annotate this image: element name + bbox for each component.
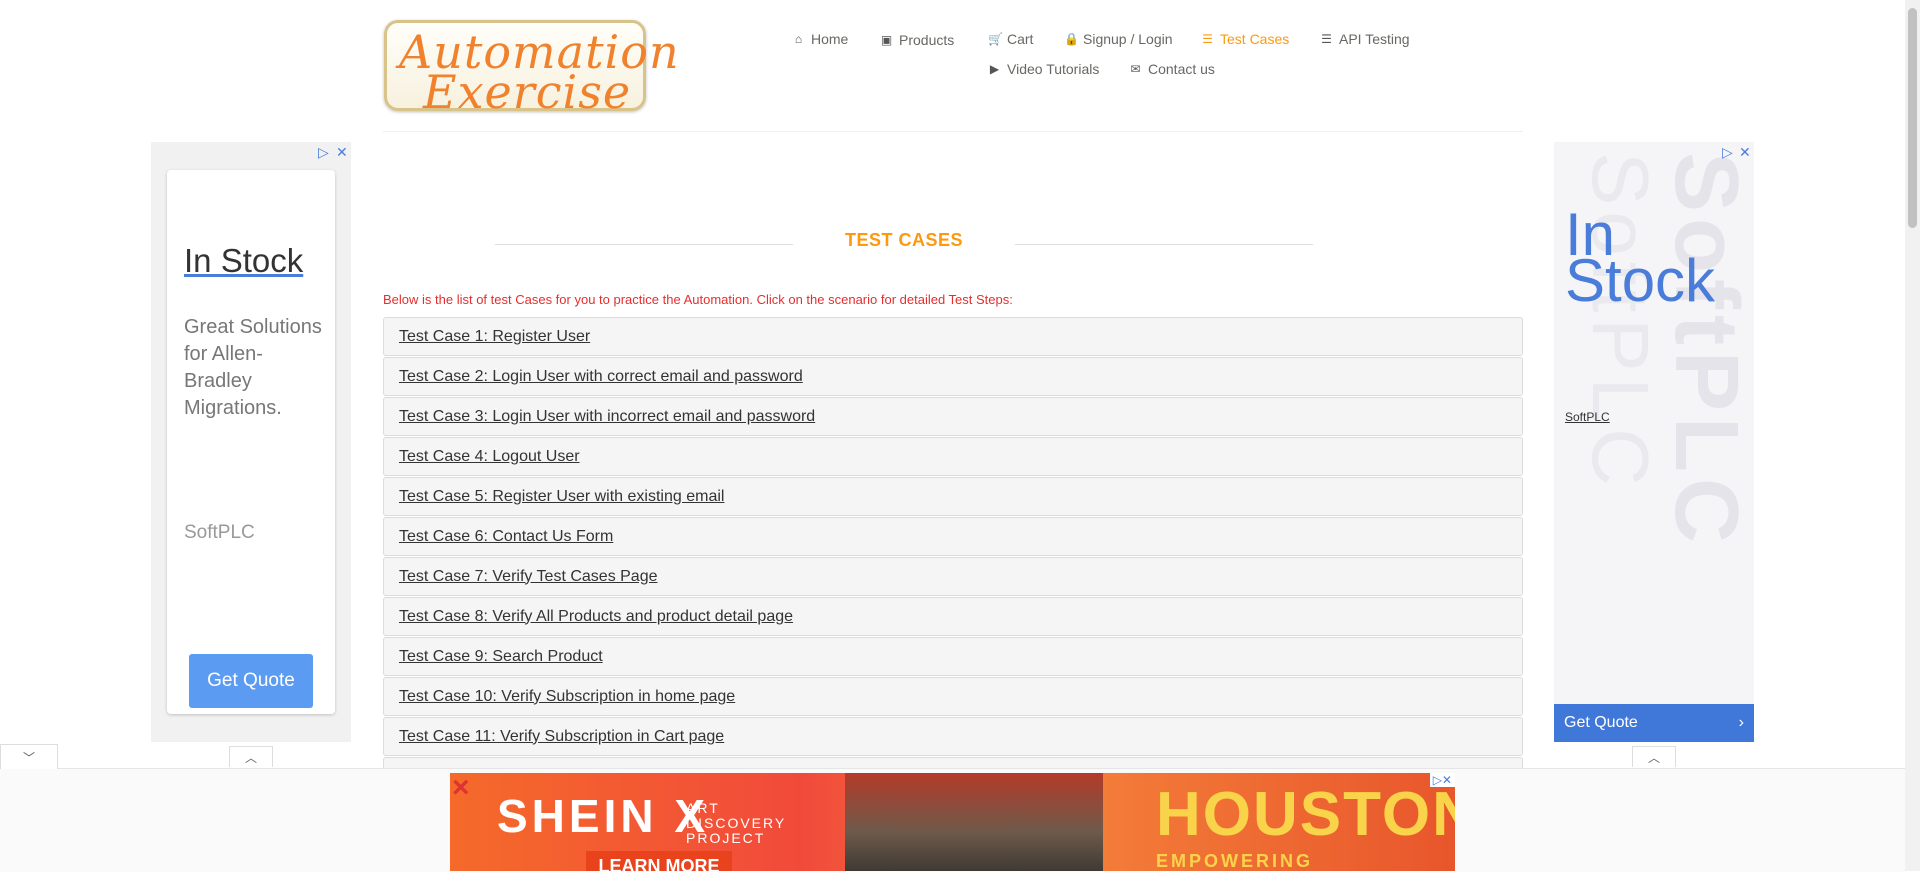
test-case-list: Test Case 1: Register User Test Case 2: … (383, 317, 1523, 768)
left-ad-description: Great Solutions for Allen-Bradley Migrat… (184, 316, 322, 419)
test-case-link[interactable]: Test Case 2: Login User with correct ema… (383, 357, 1523, 396)
chevron-down-icon: ﹀ (22, 750, 35, 765)
site-logo[interactable]: Automation Exercise (384, 20, 679, 119)
test-case-link[interactable]: Test Case 1: Register User (383, 317, 1523, 356)
left-ad-brand: SoftPLC (184, 522, 255, 543)
chevron-up-icon: ︿ (1647, 750, 1660, 765)
test-case-link[interactable]: Test Case 4: Logout User (383, 437, 1523, 476)
page-scrollbar[interactable] (1905, 0, 1920, 871)
adchoices-close-icon[interactable]: ▷✕ (1429, 773, 1455, 787)
right-ad-cta-button[interactable]: Get Quote › (1554, 704, 1754, 742)
banner-learn-more-button[interactable]: LEARN MORE (586, 851, 732, 871)
list-icon: ☰ (1321, 32, 1332, 46)
test-case-link[interactable]: Test Case 7: Verify Test Cases Page (383, 557, 1523, 596)
adchoices-icon[interactable]: ▷ (318, 144, 329, 161)
bottom-ad-collapse-button[interactable]: ﹀ (0, 744, 58, 769)
left-ad-collapse-button[interactable]: ︿ (229, 746, 273, 767)
test-case-link[interactable]: Test Case 6: Contact Us Form (383, 517, 1523, 556)
logo-line2: Exercise (423, 65, 632, 119)
brand-x-mark: × (452, 773, 470, 804)
left-ad-card[interactable]: In Stock Great Solutions for Allen-Bradl… (167, 170, 335, 714)
right-ad-headline[interactable]: In Stock (1565, 205, 1715, 311)
test-case-link[interactable]: Test Case 5: Register User with existing… (383, 477, 1523, 516)
banner-photo (845, 773, 1103, 871)
nav-cart[interactable]: 🛒 Cart (988, 31, 1033, 47)
left-ad[interactable]: ▷ ✕ In Stock Great Solutions for Allen-B… (151, 142, 351, 742)
bottom-banner-ad[interactable]: × SHEIN X ART DISCOVERY PROJECT LEARN MO… (450, 773, 1455, 871)
home-icon: ⌂ (794, 32, 803, 46)
page-title: TEST CASES (844, 230, 964, 250)
youtube-icon: ▶ (989, 62, 1000, 76)
nav-products[interactable]: ▣ Products (880, 32, 954, 48)
banner-brand: SHEIN X (497, 790, 710, 842)
nav-test-cases[interactable]: ☰ Test Cases (1201, 31, 1289, 47)
test-case-link[interactable]: Test Case 10: Verify Subscription in hom… (383, 677, 1523, 716)
title-line-right (1015, 244, 1313, 245)
nav-signup-login[interactable]: 🔒 Signup / Login (1064, 31, 1173, 47)
envelope-icon: ✉ (1130, 62, 1141, 76)
list-icon: ☰ (1202, 32, 1213, 46)
intro-text: Below is the list of test Cases for you … (383, 292, 1013, 307)
banner-tagline: EMPOWERING CREATIVITY (1156, 851, 1314, 871)
test-case-link[interactable]: Test Case 9: Search Product (383, 637, 1523, 676)
nav-video-tutorials[interactable]: ▶ Video Tutorials (988, 61, 1099, 77)
banner-subtitle: ART DISCOVERY PROJECT (686, 800, 787, 846)
adchoices-icon[interactable]: ▷ (1722, 144, 1733, 161)
chevron-right-icon: › (1738, 714, 1744, 731)
right-ad-brand[interactable]: SoftPLC (1565, 410, 1610, 424)
lock-icon: 🔒 (1064, 32, 1079, 46)
right-ad-collapse-button[interactable]: ︿ (1632, 746, 1676, 767)
header-divider (383, 131, 1523, 132)
nav-api-testing[interactable]: ☰ API Testing (1320, 31, 1409, 47)
left-ad-headline[interactable]: In Stock (184, 242, 303, 280)
cart-icon: 🛒 (988, 32, 1003, 46)
test-case-link[interactable]: Test Case 11: Verify Subscription in Car… (383, 717, 1523, 756)
close-icon[interactable]: ✕ (1739, 144, 1751, 161)
chevron-up-icon: ︿ (244, 750, 257, 765)
title-line-left (495, 244, 793, 245)
nav-home[interactable]: ⌂ Home (792, 31, 848, 47)
test-case-link[interactable]: Test Case 3: Login User with incorrect e… (383, 397, 1523, 436)
banner-city: HOUSTON (1156, 780, 1455, 849)
left-ad-cta-button[interactable]: Get Quote (189, 654, 313, 708)
test-case-link[interactable]: Test Case 8: Verify All Products and pro… (383, 597, 1523, 636)
close-icon[interactable]: ✕ (336, 144, 348, 161)
scrollbar-thumb[interactable] (1908, 8, 1917, 228)
nav-contact-us[interactable]: ✉ Contact us (1129, 61, 1214, 77)
right-ad[interactable]: SoftPLC SoftPLC ▷ ✕ In Stock SoftPLC Get… (1554, 142, 1754, 742)
products-icon: ▣ (880, 33, 893, 47)
test-case-link[interactable]: Test Case 12: Add Products in Cart (383, 757, 1523, 768)
